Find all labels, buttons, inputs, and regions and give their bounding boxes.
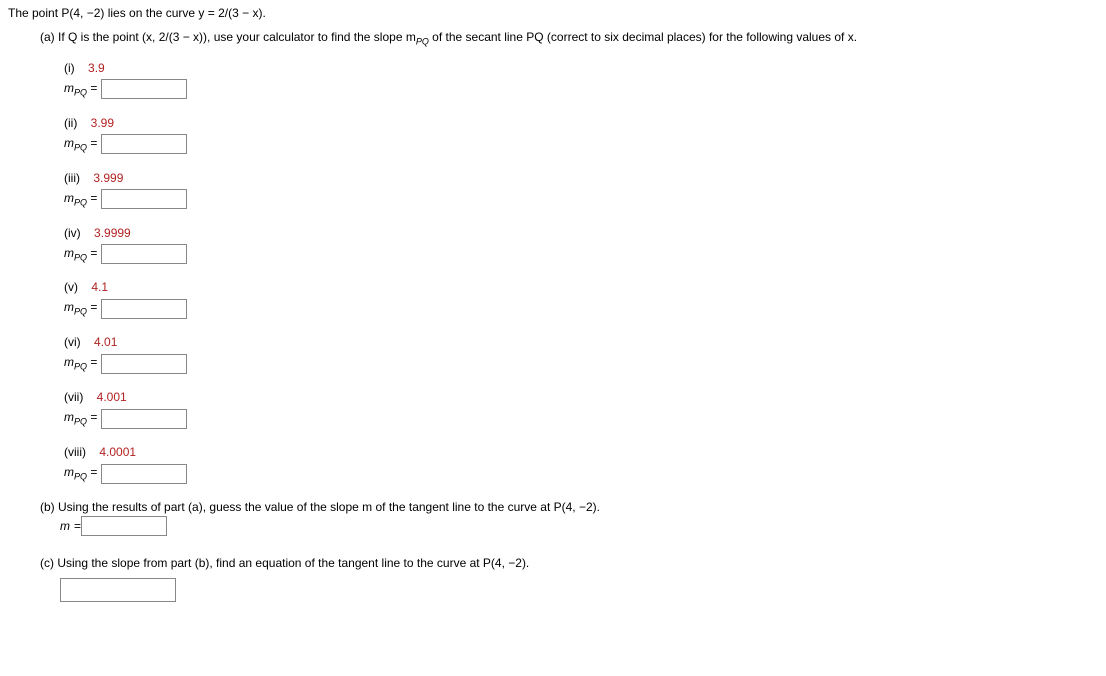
item-label: (iii) 3.999: [64, 169, 1098, 187]
item-label: (v) 4.1: [64, 278, 1098, 296]
part-a-tail: of the secant line PQ (correct to six de…: [429, 30, 857, 44]
item-iii: (iii) 3.999 mPQ =: [64, 169, 1098, 210]
item-vi: (vi) 4.01 mPQ =: [64, 333, 1098, 374]
answer-input-iii[interactable]: [101, 189, 187, 209]
item-ii: (ii) 3.99 mPQ =: [64, 114, 1098, 155]
answer-input-i[interactable]: [101, 79, 187, 99]
mpq-line: mPQ =: [64, 134, 1098, 155]
part-c-text: (c) Using the slope from part (b), find …: [40, 554, 1098, 572]
item-label: (iv) 3.9999: [64, 224, 1098, 242]
item-vii: (vii) 4.001 mPQ =: [64, 388, 1098, 429]
mpq-line: mPQ =: [64, 244, 1098, 265]
roman-numeral: (viii): [64, 445, 86, 459]
mpq-line: mPQ =: [64, 189, 1098, 210]
item-label: (vii) 4.001: [64, 388, 1098, 406]
item-label: (i) 3.9: [64, 59, 1098, 77]
answer-input-vii[interactable]: [101, 409, 187, 429]
part-b-text: (b) Using the results of part (a), guess…: [40, 498, 1098, 516]
mpq-label: mPQ =: [64, 408, 97, 429]
answer-input-vi[interactable]: [101, 354, 187, 374]
item-i: (i) 3.9 mPQ =: [64, 59, 1098, 100]
m-label: m: [60, 517, 70, 535]
mpq-label: mPQ =: [64, 463, 97, 484]
x-value: 4.0001: [99, 445, 136, 459]
item-label: (ii) 3.99: [64, 114, 1098, 132]
problem-intro: The point P(4, −2) lies on the curve y =…: [8, 4, 1098, 22]
roman-numeral: (v): [64, 280, 78, 294]
x-value: 3.999: [93, 171, 123, 185]
part-c-input-wrap: [60, 578, 1098, 602]
m-line: m =: [60, 516, 1098, 536]
part-b: (b) Using the results of part (a), guess…: [40, 498, 1098, 536]
roman-numeral: (vi): [64, 335, 81, 349]
answer-input-iv[interactable]: [101, 244, 187, 264]
part-a-sub: PQ: [416, 36, 429, 46]
answer-input-tangent[interactable]: [60, 578, 176, 602]
mpq-line: mPQ =: [64, 408, 1098, 429]
item-v: (v) 4.1 mPQ =: [64, 278, 1098, 319]
mpq-label: mPQ =: [64, 244, 97, 265]
mpq-line: mPQ =: [64, 463, 1098, 484]
x-value: 4.001: [97, 390, 127, 404]
roman-numeral: (vii): [64, 390, 83, 404]
part-a-prompt: (a) If Q is the point (x, 2/(3 − x)), us…: [40, 28, 1098, 49]
mpq-line: mPQ =: [64, 298, 1098, 319]
part-a-text: (a) If Q is the point (x, 2/(3 − x)), us…: [40, 30, 416, 44]
roman-numeral: (i): [64, 61, 75, 75]
x-value: 4.01: [94, 335, 117, 349]
x-value: 3.9999: [94, 226, 131, 240]
answer-input-m[interactable]: [81, 516, 167, 536]
x-value: 3.99: [91, 116, 114, 130]
answer-input-ii[interactable]: [101, 134, 187, 154]
mpq-label: mPQ =: [64, 189, 97, 210]
mpq-line: mPQ =: [64, 353, 1098, 374]
x-value: 4.1: [91, 280, 108, 294]
roman-numeral: (iv): [64, 226, 81, 240]
mpq-label: mPQ =: [64, 298, 97, 319]
mpq-line: mPQ =: [64, 79, 1098, 100]
answer-input-viii[interactable]: [101, 464, 187, 484]
x-value: 3.9: [88, 61, 105, 75]
part-c: (c) Using the slope from part (b), find …: [40, 554, 1098, 602]
item-viii: (viii) 4.0001 mPQ =: [64, 443, 1098, 484]
roman-numeral: (iii): [64, 171, 80, 185]
item-label: (vi) 4.01: [64, 333, 1098, 351]
mpq-label: mPQ =: [64, 134, 97, 155]
eq-sign: =: [74, 517, 81, 535]
items-container: (i) 3.9 mPQ = (ii) 3.99 mPQ = (iii) 3.99…: [64, 59, 1098, 484]
item-label: (viii) 4.0001: [64, 443, 1098, 461]
answer-input-v[interactable]: [101, 299, 187, 319]
item-iv: (iv) 3.9999 mPQ =: [64, 224, 1098, 265]
mpq-label: mPQ =: [64, 79, 97, 100]
intro-text: The point P(4, −2) lies on the curve y =…: [8, 6, 266, 20]
roman-numeral: (ii): [64, 116, 77, 130]
mpq-label: mPQ =: [64, 353, 97, 374]
